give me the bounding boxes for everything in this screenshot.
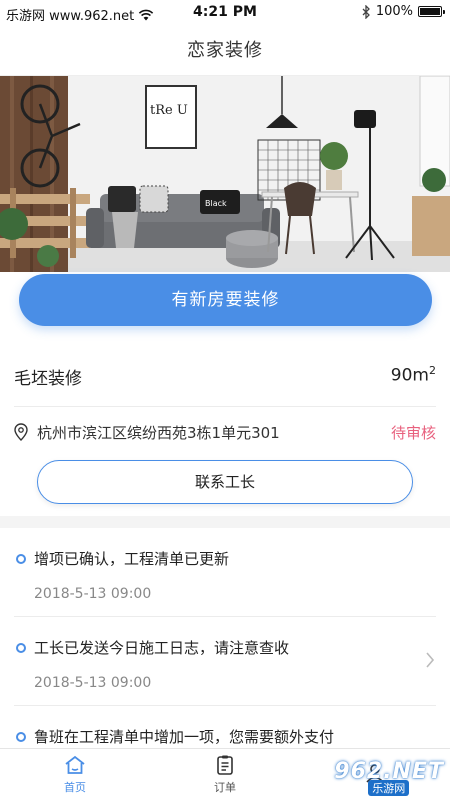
list-item[interactable]: 增项已确认，工程清单已更新 2018-5-13 09:00 [14,528,436,617]
notification-text: 鲁班在工程清单中增加一项，您需要额外支付 [34,728,335,746]
bullet-dot-icon [16,643,26,653]
card-divider [14,406,436,407]
tab-orders[interactable]: 订单 [150,749,300,800]
poster-text: tRe U [150,103,188,118]
notification-time: 2018-5-13 09:00 [34,586,152,602]
watermark-sub: 乐游网 [368,780,410,796]
status-right: 100% [362,4,445,19]
chevron-right-icon [426,652,435,668]
notification-text: 工长已发送今日施工日志，请注意查收 [34,639,290,657]
bullet-dot-icon [16,554,26,564]
contact-foreman-button[interactable]: 联系工长 [37,460,413,504]
tab-label: 首页 [64,781,86,794]
notification-time: 2018-5-13 09:00 [34,675,152,691]
home-icon [65,755,85,774]
renovation-type: 毛坯装修 [14,369,82,389]
area-value: 90m [390,365,429,386]
status-bar: 乐游网 www.962.net 4:21 PM 100% [0,0,450,26]
house-area: 90m2 [391,364,436,386]
bluetooth-icon [362,4,370,19]
area-unit-superscript: 2 [429,364,436,377]
battery-icon [418,6,445,17]
bullet-dot-icon [16,732,26,742]
new-house-renovation-button[interactable]: 有新房要装修 [19,274,432,326]
living-room-image: tRe U Black [0,76,450,272]
location-pin-icon [14,423,28,441]
tab-label: 订单 [214,781,236,794]
address-row: 杭州市滨江区缤纷西苑3栋1单元301 待审核 [14,418,436,446]
battery-percent: 100% [375,4,413,19]
status-badge: 待审核 [390,423,436,442]
order-icon [217,755,233,775]
watermark-logo: 962.NET 乐游网 [334,759,444,796]
list-item[interactable]: 鲁班在工程清单中增加一项，您需要额外支付 [14,706,436,748]
tab-home[interactable]: 首页 [0,749,150,800]
project-card: 毛坯装修 90m2 杭州市滨江区缤纷西苑3栋1单元301 待审核 联系工长 [0,346,450,514]
cushion-text: Black [205,199,227,208]
hero-banner[interactable]: tRe U Black [0,76,450,272]
notification-text: 增项已确认，工程清单已更新 [34,550,230,568]
page-title: 恋家装修 [187,40,263,61]
nav-bar: 恋家装修 [0,26,450,76]
address-text: 杭州市滨江区缤纷西苑3栋1单元301 [37,423,280,442]
section-separator [0,516,450,528]
notification-feed[interactable]: 增项已确认，工程清单已更新 2018-5-13 09:00 工长已发送今日施工日… [0,528,450,748]
list-item[interactable]: 工长已发送今日施工日志，请注意查收 2018-5-13 09:00 [14,617,436,706]
